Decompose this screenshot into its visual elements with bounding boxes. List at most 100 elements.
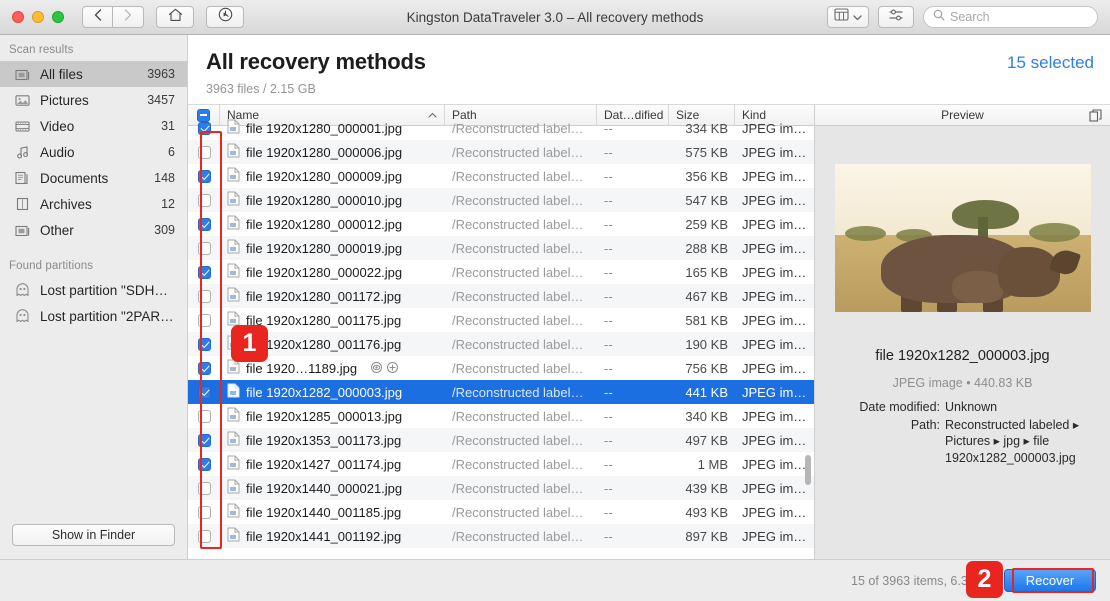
row-checkbox[interactable] [197,433,211,447]
row-checkbox-cell[interactable] [188,217,220,231]
row-checkbox[interactable] [197,217,211,231]
row-checkbox[interactable] [197,361,211,375]
scan-history-button[interactable] [206,6,244,28]
table-row[interactable]: file 1920x1280_001175.jpg/Reconstructed … [188,308,814,332]
table-row[interactable]: file 1920x1280_000009.jpg/Reconstructed … [188,164,814,188]
row-checkbox-cell[interactable] [188,193,220,207]
table-scrollbar[interactable] [803,129,812,553]
archives-icon [14,196,31,213]
info-icon[interactable] [387,361,399,376]
table-row[interactable]: file 1920x1280_000006.jpg/Reconstructed … [188,140,814,164]
table-row[interactable]: file 1920x1280_000022.jpg/Reconstructed … [188,260,814,284]
table-row[interactable]: file 1920x1285_000013.jpg/Reconstructed … [188,404,814,428]
table-row[interactable]: file 1920x1280_001176.jpg/Reconstructed … [188,332,814,356]
tree-trunk-shape [977,217,989,238]
row-checkbox-cell[interactable] [188,337,220,351]
row-checkbox-cell[interactable] [188,241,220,255]
row-checkbox-cell[interactable] [188,121,220,135]
table-row[interactable]: file 1920…1189.jpg/Reconstructed labele…… [188,356,814,380]
row-checkbox-cell[interactable] [188,289,220,303]
row-checkbox[interactable] [197,313,211,327]
sidebar-item-archives[interactable]: Archives 12 [0,191,187,217]
row-checkbox-cell[interactable] [188,505,220,519]
preview-field-key: Date modified: [859,400,940,414]
row-size-cell: 575 KB [685,144,728,160]
row-checkbox[interactable] [197,529,211,543]
row-checkbox-cell[interactable] [188,409,220,423]
row-checkbox[interactable] [197,289,211,303]
row-checkbox[interactable] [197,145,211,159]
row-checkbox-cell[interactable] [188,145,220,159]
table-row[interactable]: file 1920x1353_001173.jpg/Reconstructed … [188,428,814,452]
row-checkbox-cell[interactable] [188,481,220,495]
home-button[interactable] [156,6,194,28]
table-row[interactable]: file 1920x1280_000010.jpg/Reconstructed … [188,188,814,212]
sidebar-item-audio[interactable]: Audio 6 [0,139,187,165]
row-checkbox[interactable] [197,169,211,183]
sidebar-item-documents[interactable]: Documents 148 [0,165,187,191]
row-checkbox[interactable] [197,409,211,423]
filter-button[interactable] [878,6,914,28]
row-checkbox[interactable] [197,337,211,351]
row-name-cell: file 1920x1285_000013.jpg [220,407,445,425]
table-row[interactable]: file 1920x1441_001192.jpg/Reconstructed … [188,524,814,548]
sidebar-item-all-files[interactable]: All files 3963 [0,61,187,87]
row-checkbox-cell[interactable] [188,529,220,543]
row-checkbox-cell[interactable] [188,313,220,327]
minimize-button[interactable] [32,11,44,23]
selected-count-link[interactable]: 15 selected [1007,53,1094,73]
row-checkbox-cell[interactable] [188,385,220,399]
row-file-name: file 1920x1282_000003.jpg [246,384,403,400]
documents-icon [14,170,31,187]
eye-icon[interactable] [371,361,383,376]
row-size-cell: 493 KB [685,504,728,520]
row-file-name: file 1920x1280_000012.jpg [246,216,403,232]
row-name-cell: file 1920x1353_001173.jpg [220,431,445,449]
forward-button[interactable] [113,6,144,28]
row-checkbox[interactable] [197,385,211,399]
maximize-button[interactable] [52,11,64,23]
sidebar-item-partition-sdh[interactable]: Lost partition "SDH… [0,277,187,303]
sidebar-item-partition-2par[interactable]: Lost partition "2PAR… [0,303,187,329]
detach-panel-icon[interactable] [1089,108,1102,122]
row-checkbox-cell[interactable] [188,265,220,279]
back-button[interactable] [82,6,113,28]
table-row[interactable]: file 1920x1280_000012.jpg/Reconstructed … [188,212,814,236]
sidebar-item-pictures[interactable]: Pictures 3457 [0,87,187,113]
show-in-finder-button[interactable]: Show in Finder [12,524,175,546]
row-file-name: file 1920x1280_000022.jpg [246,264,403,280]
row-name-cell: file 1920x1280_000009.jpg [220,167,445,185]
preview-image[interactable] [834,164,1091,312]
sidebar-item-video[interactable]: Video 31 [0,113,187,139]
row-path-cell: /Reconstructed labele… [452,432,591,448]
table-row[interactable]: file 1920x1427_001174.jpg/Reconstructed … [188,452,814,476]
row-checkbox[interactable] [197,481,211,495]
sidebar-item-other[interactable]: Other 309 [0,217,187,243]
view-mode-button[interactable] [827,6,869,28]
row-checkbox[interactable] [197,121,211,135]
sidebar-item-label: Pictures [40,92,89,108]
table-row[interactable]: file 1920x1280_000001.jpg/Reconstructed … [188,116,814,140]
row-checkbox-cell[interactable] [188,457,220,471]
file-icon [227,119,240,137]
table-row[interactable]: file 1920x1440_001185.jpg/Reconstructed … [188,500,814,524]
row-checkbox-cell[interactable] [188,169,220,183]
table-row[interactable]: file 1920x1440_000021.jpg/Reconstructed … [188,476,814,500]
chevron-down-icon [853,8,862,26]
file-icon [227,239,240,257]
table-row[interactable]: file 1920x1280_000019.jpg/Reconstructed … [188,236,814,260]
close-button[interactable] [12,11,24,23]
row-checkbox[interactable] [197,265,211,279]
row-checkbox[interactable] [197,241,211,255]
table-row[interactable]: file 1920x1282_000003.jpg/Reconstructed … [188,380,814,404]
row-checkbox[interactable] [197,193,211,207]
recover-button[interactable]: Recover [1004,569,1096,592]
table-row[interactable]: file 1920x1280_001172.jpg/Reconstructed … [188,284,814,308]
row-checkbox[interactable] [197,505,211,519]
bottom-bar: 15 of 3963 items, 6.3 MB Recover [0,559,1110,601]
search-input[interactable]: Search [923,6,1098,28]
row-checkbox-cell[interactable] [188,433,220,447]
row-checkbox[interactable] [197,457,211,471]
row-checkbox-cell[interactable] [188,361,220,375]
scrollbar-thumb[interactable] [804,455,811,485]
